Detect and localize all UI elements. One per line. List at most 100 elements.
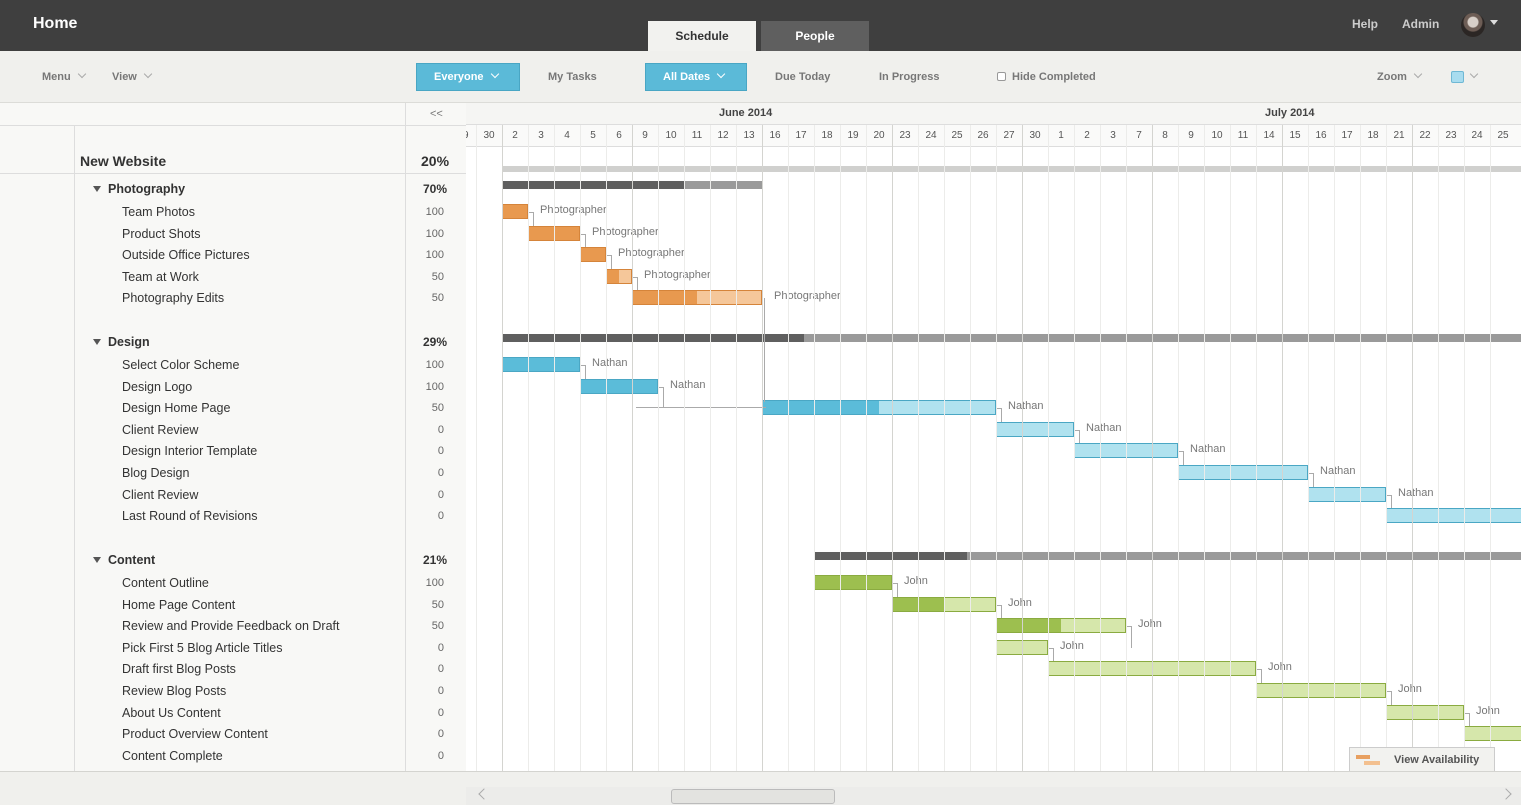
grid-line	[892, 125, 893, 771]
grid-line	[788, 125, 789, 771]
task-name[interactable]: Content Outline	[122, 576, 209, 590]
task-name[interactable]: Review Blog Posts	[122, 684, 226, 698]
task-value: 50	[431, 270, 444, 283]
day-label: 15	[1289, 130, 1301, 141]
task-bar[interactable]	[1386, 508, 1521, 524]
triangle-down-icon[interactable]	[93, 186, 101, 192]
app-title[interactable]: Home	[33, 15, 77, 33]
gantt-timeline[interactable]: Photographer Photographer Photographer Phot…	[466, 103, 1521, 771]
task-bar[interactable]	[762, 400, 996, 416]
task-name[interactable]: Review and Provide Feedback on Draft	[122, 619, 339, 633]
day-label: 2	[512, 130, 518, 141]
task-bar[interactable]	[1308, 486, 1386, 502]
task-bar[interactable]	[1178, 465, 1308, 480]
project-name[interactable]: New Website	[80, 153, 166, 169]
task-bar[interactable]	[814, 575, 892, 590]
task-name[interactable]: Select Color Scheme	[122, 358, 239, 372]
everyone-filter-button[interactable]: Everyone	[416, 63, 520, 91]
chevron-down-icon	[143, 69, 153, 79]
day-label: 1	[1058, 130, 1064, 141]
assignee-label: Photographer	[774, 290, 841, 303]
tab-people[interactable]: People	[761, 21, 869, 51]
triangle-down-icon[interactable]	[93, 557, 101, 563]
day-label: 21	[1393, 130, 1405, 141]
task-name[interactable]: Design Interior Template	[122, 444, 257, 458]
task-name[interactable]: Design Logo	[122, 380, 192, 394]
day-label: 17	[795, 130, 807, 141]
assignee-label: Nathan	[1398, 486, 1434, 499]
group-name[interactable]: Photography	[93, 182, 185, 196]
grid-line	[736, 125, 737, 771]
task-name[interactable]: Outside Office Pictures	[122, 248, 250, 262]
group-percent: 29%	[423, 335, 448, 349]
task-name[interactable]: Home Page Content	[122, 598, 235, 612]
grid-line	[476, 125, 477, 771]
group-summary-bar[interactable]	[502, 334, 1521, 342]
task-bar-progress	[815, 576, 891, 589]
day-label: 9	[642, 130, 648, 141]
task-bar[interactable]	[580, 378, 658, 394]
tab-schedule[interactable]: Schedule	[648, 21, 756, 51]
scrollbar-thumb[interactable]	[671, 789, 835, 804]
task-bar[interactable]	[1256, 683, 1386, 698]
task-name[interactable]: Team at Work	[122, 270, 199, 284]
triangle-down-icon[interactable]	[93, 339, 101, 345]
assignee-label: John	[1476, 704, 1500, 717]
avatar[interactable]	[1461, 13, 1485, 37]
day-label: 30	[483, 130, 495, 141]
task-bar[interactable]	[1386, 704, 1464, 720]
assignee-label: John	[1398, 683, 1422, 695]
collapse-panel-button[interactable]: <<	[430, 108, 443, 120]
task-bar[interactable]	[996, 618, 1126, 634]
assignee-label: Photographer	[644, 268, 711, 281]
top-bar: Home Schedule People Help Admin	[0, 0, 1521, 51]
task-name[interactable]: Content Complete	[122, 749, 223, 763]
task-name[interactable]: Client Review	[122, 488, 198, 502]
zoom-dropdown[interactable]: Zoom	[1377, 69, 1423, 83]
task-name[interactable]: Blog Design	[122, 466, 189, 480]
task-bar[interactable]	[632, 290, 762, 306]
help-link[interactable]: Help	[1352, 17, 1378, 31]
group-name[interactable]: Content	[93, 553, 155, 567]
task-name[interactable]: Last Round of Revisions	[122, 509, 258, 523]
admin-link[interactable]: Admin	[1402, 17, 1439, 31]
view-availability-button[interactable]: View Availability	[1349, 747, 1495, 773]
task-name[interactable]: Team Photos	[122, 205, 195, 219]
task-name[interactable]: Design Home Page	[122, 401, 230, 415]
horizontal-scrollbar[interactable]	[466, 787, 1521, 805]
task-name[interactable]: Product Shots	[122, 227, 201, 241]
menu-dropdown[interactable]: Menu	[42, 69, 86, 83]
task-name[interactable]: Draft first Blog Posts	[122, 662, 236, 676]
my-tasks-filter[interactable]: My Tasks	[548, 71, 597, 83]
assignee-label: Nathan	[1320, 465, 1356, 477]
hide-completed-label[interactable]: Hide Completed	[1012, 71, 1096, 83]
task-bar[interactable]	[606, 268, 632, 284]
grid-line	[1386, 125, 1387, 771]
task-bar[interactable]	[996, 421, 1074, 437]
task-bar[interactable]	[1464, 726, 1521, 742]
color-swatch[interactable]	[1451, 71, 1464, 83]
all-dates-filter-button[interactable]: All Dates	[645, 63, 747, 91]
grid-line	[814, 125, 815, 771]
day-label: 22	[1419, 130, 1431, 141]
task-name[interactable]: Photography Edits	[122, 291, 224, 305]
task-bar[interactable]	[502, 204, 528, 219]
hide-completed-checkbox[interactable]	[997, 72, 1006, 81]
task-name[interactable]: Pick First 5 Blog Article Titles	[122, 641, 282, 655]
in-progress-filter[interactable]: In Progress	[879, 71, 940, 83]
color-dropdown[interactable]	[1463, 69, 1479, 83]
task-bar[interactable]	[580, 247, 606, 263]
task-name[interactable]: Product Overview Content	[122, 727, 268, 741]
task-bar-progress	[581, 379, 657, 393]
project-percent: 20%	[421, 153, 450, 169]
task-bar[interactable]	[502, 357, 580, 372]
due-today-filter[interactable]: Due Today	[775, 71, 830, 83]
project-summary-bar	[502, 166, 1521, 172]
group-name[interactable]: Design	[93, 335, 150, 349]
view-dropdown[interactable]: View	[112, 69, 153, 83]
group-summary-bar[interactable]	[814, 552, 1521, 560]
task-name[interactable]: Client Review	[122, 423, 198, 437]
grid-line	[1256, 125, 1257, 771]
task-name[interactable]: About Us Content	[122, 706, 221, 720]
caret-down-icon[interactable]	[1490, 20, 1498, 25]
